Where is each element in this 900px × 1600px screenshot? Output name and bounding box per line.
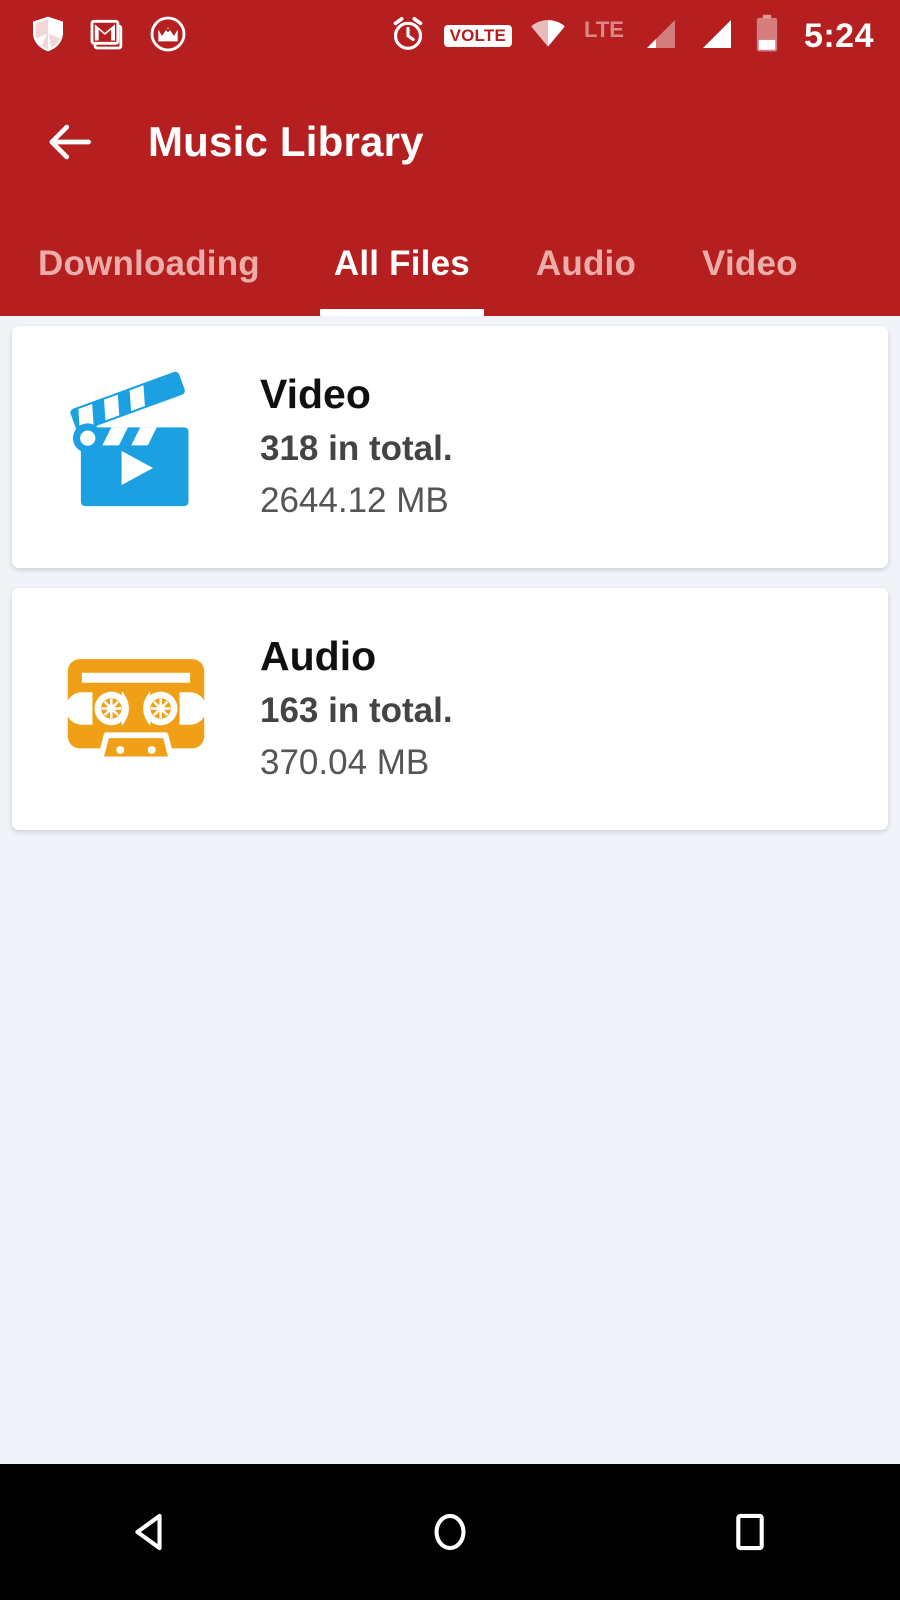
tab-all-files[interactable]: All Files	[314, 212, 490, 316]
tab-downloading[interactable]: Downloading	[18, 212, 280, 316]
phone-screen: VOLTE LTE 5:24 Music Library Downloading…	[0, 0, 900, 1600]
tab-all-files-label: All Files	[333, 244, 470, 283]
clapperboard-icon	[12, 363, 260, 531]
category-title: Video	[260, 371, 371, 418]
signal-bars-sim1-icon	[640, 14, 680, 59]
tab-video[interactable]: Video	[682, 212, 818, 316]
wifi-icon	[528, 14, 568, 59]
nav-recents-button[interactable]	[690, 1464, 810, 1600]
lte-label: LTE	[584, 16, 624, 42]
category-card-audio[interactable]: Audio 163 in total. 370.04 MB	[12, 588, 888, 830]
category-card-audio-text: Audio 163 in total. 370.04 MB	[260, 630, 473, 787]
tab-bar: Downloading All Files Audio Video	[0, 212, 900, 316]
status-bar-left-icons	[0, 14, 188, 59]
tab-indicator-active	[319, 309, 484, 316]
volte-badge: VOLTE	[443, 25, 513, 47]
signal-bars-sim2-icon	[696, 14, 736, 59]
nav-recents-square-icon	[736, 1513, 764, 1551]
nav-back-button[interactable]	[90, 1464, 210, 1600]
status-bar: VOLTE LTE 5:24	[0, 0, 900, 72]
battery-icon	[752, 13, 782, 60]
cassette-tape-icon	[12, 643, 260, 775]
crown-circle-icon	[148, 14, 188, 59]
category-count: 318 in total.	[260, 428, 453, 468]
status-bar-right-icons: VOLTE LTE 5:24	[388, 13, 900, 60]
category-count: 163 in total.	[260, 690, 453, 730]
category-size: 2644.12 MB	[260, 481, 449, 521]
app-bar: Music Library	[0, 72, 900, 212]
status-bar-clock: 5:24	[803, 17, 874, 55]
category-card-video[interactable]: Video 318 in total. 2644.12 MB	[12, 326, 888, 568]
android-navigation-bar	[0, 1464, 900, 1600]
file-category-list: Video 318 in total. 2644.12 MB Audio 163…	[0, 316, 900, 1464]
nav-home-circle-icon	[434, 1513, 466, 1551]
page-title: Music Library	[148, 118, 424, 165]
tab-audio-label: Audio	[535, 244, 637, 283]
category-card-video-text: Video 318 in total. 2644.12 MB	[260, 368, 473, 525]
back-arrow-icon	[49, 124, 91, 160]
tab-downloading-label: Downloading	[38, 244, 260, 283]
tab-audio[interactable]: Audio	[516, 212, 656, 316]
back-button[interactable]	[24, 96, 116, 188]
tab-video-label: Video	[702, 244, 798, 283]
category-title: Audio	[260, 633, 377, 680]
gmail-icon	[88, 14, 128, 59]
alarm-clock-icon	[388, 14, 428, 59]
category-size: 370.04 MB	[260, 743, 430, 783]
nav-back-triangle-icon	[135, 1513, 162, 1551]
shield-icon	[28, 14, 68, 59]
nav-home-button[interactable]	[390, 1464, 510, 1600]
